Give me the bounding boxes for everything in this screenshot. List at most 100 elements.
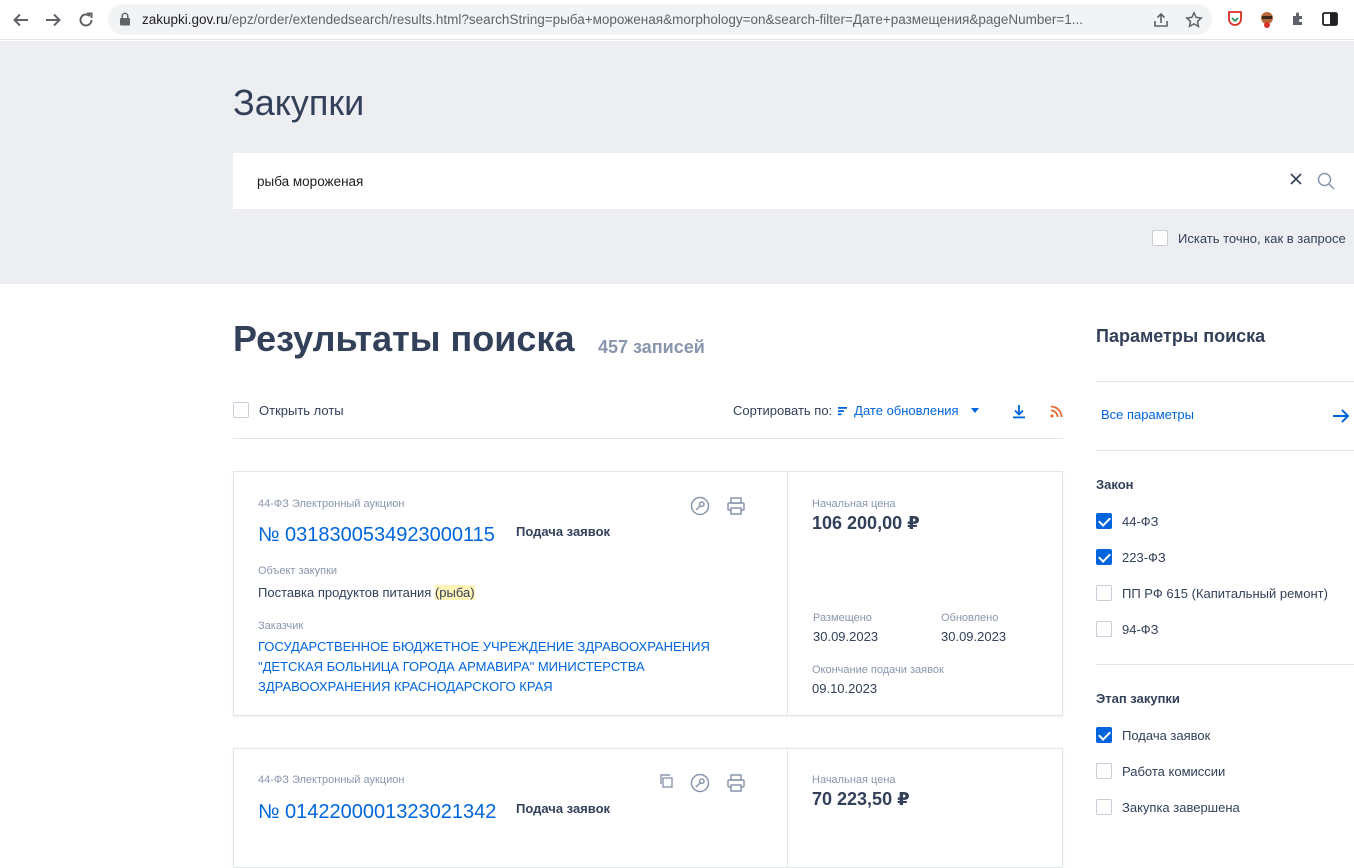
sort-label: Сортировать по: (733, 403, 833, 418)
exact-match-checkbox[interactable] (1152, 230, 1168, 246)
address-bar[interactable]: zakupki.gov.ru/epz/order/extendedsearch/… (108, 4, 1212, 35)
stage-label: Подача заявок (1122, 727, 1211, 743)
key-icon[interactable] (690, 773, 710, 793)
price-value: 106 200,00 ₽ (812, 513, 920, 533)
purchase-card: 44-ФЗ Электронный аукцион № 031830053492… (233, 471, 1063, 716)
arrow-right-icon (46, 13, 61, 27)
reload-icon (79, 12, 93, 27)
deadline-label: Окончание подачи заявок (812, 664, 944, 676)
law-option-44[interactable]: 44-ФЗ (1096, 513, 1159, 529)
url-text: zakupki.gov.ru/epz/order/extendedsearch/… (142, 12, 1142, 27)
stage-option-completed[interactable]: Закупка завершена (1096, 799, 1240, 815)
law-label: 94-ФЗ (1122, 621, 1159, 637)
stage-checkbox[interactable] (1096, 727, 1112, 743)
price-label: Начальная цена (812, 498, 896, 510)
search-input[interactable] (233, 153, 1273, 209)
url-path: /epz/order/extendedsearch/results.html?s… (228, 12, 1084, 27)
law-option-615[interactable]: ПП РФ 615 (Капитальный ремонт) (1096, 585, 1328, 601)
law-checkbox[interactable] (1096, 585, 1112, 601)
share-icon[interactable] (1152, 11, 1170, 29)
price-label: Начальная цена (812, 774, 896, 786)
puzzle-extensions-icon[interactable] (1290, 10, 1308, 28)
card-main: 44-ФЗ Электронный аукцион № 014220000132… (234, 749, 788, 867)
url-host: zakupki.gov.ru (142, 12, 229, 27)
posted-date: 30.09.2023 (813, 629, 879, 644)
sidebar-divider (1096, 381, 1354, 382)
sort-control[interactable]: Сортировать по: Дате обновления (733, 403, 979, 418)
purchase-number-link[interactable]: № 0142200001323021342 (258, 801, 496, 824)
status-badge: Подача заявок (516, 524, 611, 539)
copy-icon[interactable] (658, 773, 674, 789)
stage-option-applications[interactable]: Подача заявок (1096, 727, 1210, 743)
back-button[interactable] (10, 9, 32, 31)
sidebar-divider (1096, 450, 1354, 451)
object-label: Объект закупки (258, 565, 338, 577)
deadline-date: 09.10.2023 (812, 681, 878, 696)
hero-section: Закупки Искать точно, как в запросе (0, 41, 1354, 284)
star-icon[interactable] (1185, 11, 1203, 29)
print-icon[interactable] (726, 496, 746, 516)
lock-icon (120, 12, 130, 26)
search-highlight: (рыба) (434, 585, 475, 600)
customer-link[interactable]: ГОСУДАРСТВЕННОЕ БЮДЖЕТНОЕ УЧРЕЖДЕНИЕ ЗДР… (258, 637, 768, 697)
clear-icon[interactable] (1288, 171, 1304, 187)
download-icon[interactable] (1011, 403, 1027, 419)
law-option-223[interactable]: 223-ФЗ (1096, 549, 1166, 565)
purchase-card: 44-ФЗ Электронный аукцион № 014220000132… (233, 748, 1063, 868)
purchase-type: 44-ФЗ Электронный аукцион (258, 498, 405, 510)
shield-extension-icon[interactable] (1226, 10, 1244, 28)
search-icon[interactable] (1316, 171, 1336, 191)
object-text: Поставка продуктов питания (258, 585, 435, 600)
arrow-right-icon[interactable] (1331, 407, 1351, 425)
customer-label: Заказчик (258, 620, 304, 632)
print-icon[interactable] (726, 773, 746, 793)
exact-match-label: Искать точно, как в запросе (1178, 230, 1346, 246)
posted-label: Размещено (813, 612, 872, 624)
sort-dropdown[interactable]: Дате обновления (854, 403, 958, 418)
law-label: ПП РФ 615 (Капитальный ремонт) (1122, 585, 1328, 601)
law-checkbox[interactable] (1096, 513, 1112, 529)
price-value: 70 223,50 ₽ (812, 789, 910, 809)
reload-button[interactable] (75, 9, 97, 31)
updated-date: 30.09.2023 (941, 629, 1007, 644)
sidebar-divider (1096, 664, 1354, 665)
search-params-title: Параметры поиска (1096, 326, 1266, 346)
exact-match-option[interactable]: Искать точно, как в запросе (1152, 230, 1346, 246)
law-checkbox[interactable] (1096, 621, 1112, 637)
side-panel-icon[interactable] (1321, 10, 1339, 28)
all-params-link[interactable]: Все параметры (1101, 407, 1194, 422)
rss-icon[interactable] (1050, 405, 1063, 418)
arrow-left-icon (13, 13, 28, 27)
avatar-extension-icon[interactable] (1258, 10, 1276, 28)
key-icon[interactable] (690, 496, 710, 516)
chevron-down-icon (970, 408, 979, 413)
results-divider (233, 438, 1063, 439)
law-option-94[interactable]: 94-ФЗ (1096, 621, 1159, 637)
stage-label: Закупка завершена (1122, 799, 1240, 815)
card-main: 44-ФЗ Электронный аукцион № 031830053492… (234, 472, 788, 715)
results-count: 457 записей (598, 337, 705, 357)
stage-section-title: Этап закупки (1096, 691, 1180, 706)
law-label: 223-ФЗ (1122, 549, 1166, 565)
open-lots-checkbox[interactable] (233, 402, 249, 418)
law-checkbox[interactable] (1096, 549, 1112, 565)
purchase-number-link[interactable]: № 0318300534923000115 (258, 524, 495, 547)
law-label: 44-ФЗ (1122, 513, 1159, 529)
browser-toolbar: zakupki.gov.ru/epz/order/extendedsearch/… (0, 0, 1354, 40)
stage-label: Работа комиссии (1122, 763, 1226, 779)
page-title: Закупки (233, 82, 365, 123)
open-lots-label: Открыть лоты (259, 402, 344, 418)
object-value: Поставка продуктов питания (рыба) (258, 585, 475, 600)
results-title: Результаты поиска (233, 318, 575, 359)
updated-label: Обновлено (941, 612, 999, 624)
law-section-title: Закон (1096, 477, 1134, 492)
open-lots-option[interactable]: Открыть лоты (233, 402, 344, 418)
purchase-type: 44-ФЗ Электронный аукцион (258, 774, 405, 786)
status-badge: Подача заявок (516, 801, 611, 816)
stage-checkbox[interactable] (1096, 763, 1112, 779)
stage-checkbox[interactable] (1096, 799, 1112, 815)
stage-option-commission[interactable]: Работа комиссии (1096, 763, 1225, 779)
forward-button[interactable] (42, 9, 64, 31)
search-box (233, 153, 1354, 209)
sort-order-icon (838, 406, 848, 415)
